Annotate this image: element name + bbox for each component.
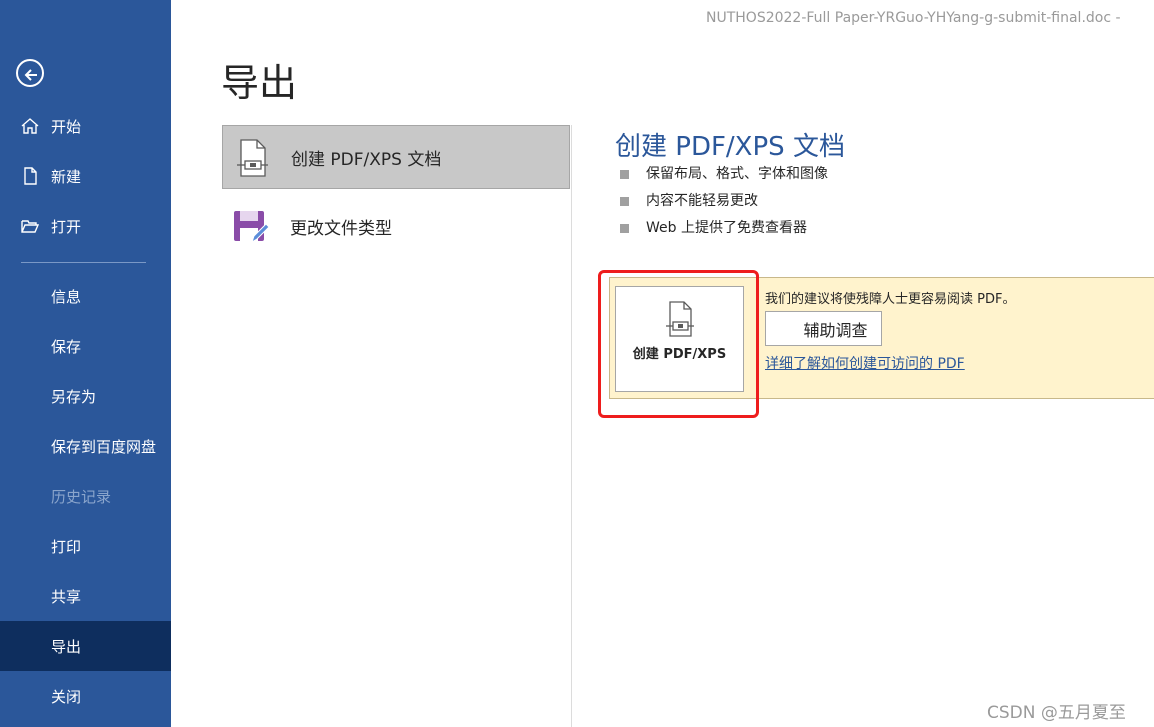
nav-label: 导出 <box>51 637 82 656</box>
nav-label: 历史记录 <box>51 487 112 506</box>
list-item: 保留布局、格式、字体和图像 <box>620 164 828 191</box>
page-title: 导出 <box>221 61 298 105</box>
list-item: 内容不能轻易更改 <box>620 191 828 218</box>
nav-item-info[interactable]: 信息 <box>0 271 171 321</box>
document-title: NUTHOS2022-Full Paper-YRGuo-YHYang-g-sub… <box>706 10 1121 26</box>
nav-item-save-as[interactable]: 另存为 <box>0 371 171 421</box>
accessibility-button-label: 辅助调查 <box>803 320 868 340</box>
nav-label: 保存 <box>51 337 82 356</box>
nav-item-print[interactable]: 打印 <box>0 521 171 571</box>
nav-label: 打印 <box>51 537 82 556</box>
nav-item-share[interactable]: 共享 <box>0 571 171 621</box>
nav-divider <box>21 262 146 263</box>
bullet-square-icon <box>620 170 629 179</box>
backstage-sidebar: 开始 新建 打开 信息 保存 另存为 保存到百度网盘 历史记录 打印 共享 导出… <box>0 0 171 727</box>
watermark: CSDN @五月夏至 <box>987 703 1126 723</box>
learn-accessible-pdf-link[interactable]: 详细了解如何创建可访问的 PDF <box>765 353 965 373</box>
nav-label: 新建 <box>51 167 82 186</box>
back-button[interactable] <box>16 59 44 87</box>
list-item: Web 上提供了免费查看器 <box>620 218 828 245</box>
bullet-square-icon <box>620 197 629 206</box>
accessibility-advice: 我们的建议将使残障人士更容易阅读 PDF。 <box>765 292 1016 307</box>
nav-label: 开始 <box>51 117 82 136</box>
bullet-square-icon <box>620 224 629 233</box>
nav-item-save[interactable]: 保存 <box>0 321 171 371</box>
option-label: 更改文件类型 <box>290 218 392 239</box>
nav-label: 打开 <box>51 217 82 236</box>
nav-item-export[interactable]: 导出 <box>0 621 171 671</box>
feature-list: 保留布局、格式、字体和图像 内容不能轻易更改 Web 上提供了免费查看器 <box>620 164 828 245</box>
nav-label: 保存到百度网盘 <box>51 437 157 456</box>
highlight-annotation <box>598 270 759 418</box>
nav-item-open[interactable]: 打开 <box>0 201 171 251</box>
list-item-text: Web 上提供了免费查看器 <box>646 220 807 236</box>
nav-item-home[interactable]: 开始 <box>0 101 171 151</box>
nav-label: 信息 <box>51 287 82 306</box>
option-change-file-type[interactable]: 更改文件类型 <box>222 194 570 258</box>
new-document-icon <box>24 167 37 185</box>
option-label: 创建 PDF/XPS 文档 <box>291 149 442 170</box>
nav-item-close[interactable]: 关闭 <box>0 671 171 721</box>
list-item-text: 内容不能轻易更改 <box>646 193 758 209</box>
save-edit-icon <box>234 211 270 244</box>
nav-label: 另存为 <box>51 387 97 406</box>
nav-label: 关闭 <box>51 687 82 706</box>
open-folder-icon <box>21 220 40 233</box>
pdf-document-icon <box>237 139 268 177</box>
panel-divider <box>571 125 572 727</box>
accessibility-check-button[interactable]: 辅助调查 <box>765 311 882 346</box>
detail-title: 创建 PDF/XPS 文档 <box>615 132 845 162</box>
back-arrow-icon <box>24 69 37 81</box>
nav-item-history: 历史记录 <box>0 471 171 521</box>
list-item-text: 保留布局、格式、字体和图像 <box>646 166 828 182</box>
nav-item-save-to-baidu[interactable]: 保存到百度网盘 <box>0 421 171 471</box>
nav-item-new[interactable]: 新建 <box>0 151 171 201</box>
nav-label: 共享 <box>51 587 82 606</box>
option-create-pdf-xps[interactable]: 创建 PDF/XPS 文档 <box>222 125 570 189</box>
home-icon <box>21 118 39 134</box>
